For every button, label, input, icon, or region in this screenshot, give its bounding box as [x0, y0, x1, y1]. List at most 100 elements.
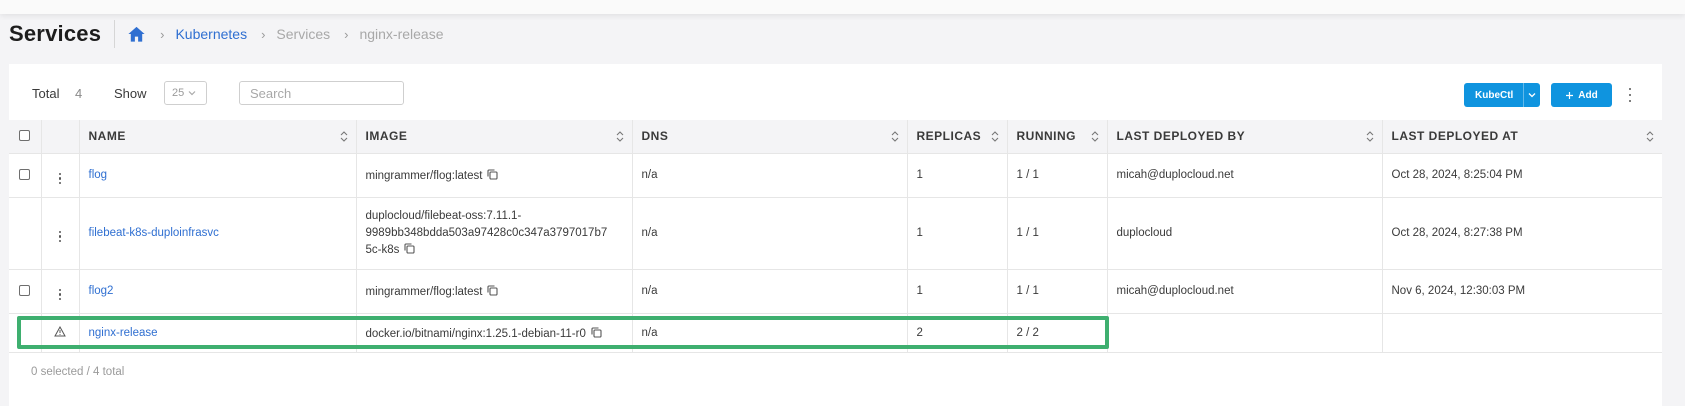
column-header-label: DNS: [641, 129, 669, 144]
deployed-at-cell: Oct 28, 2024, 8:25:04 PM: [1382, 153, 1662, 198]
deployed-by-cell: micah@duplocloud.net: [1107, 153, 1383, 198]
deployed-at-cell: [1382, 313, 1662, 353]
table-toolbar: Total 4 Show 25 KubeCtl Add: [9, 64, 1662, 120]
replicas-cell: 2: [907, 313, 1008, 353]
chevron-right-icon: ›: [344, 26, 349, 42]
table-row[interactable]: flog mingrammer/flog:latest n/a 1 1 / 1 …: [9, 153, 1662, 198]
actions-header: [41, 120, 80, 154]
replicas-cell: 1: [907, 153, 1008, 198]
home-icon[interactable]: [127, 25, 146, 44]
sort-icon[interactable]: [891, 130, 899, 143]
kubectl-button-label: KubeCtl: [1475, 89, 1514, 101]
row-select-cell: [9, 269, 42, 314]
dns-cell: n/a: [632, 197, 908, 270]
kebab-menu-icon[interactable]: [58, 230, 62, 242]
image-text: mingrammer/flog:latest: [365, 286, 483, 298]
row-select-cell: [9, 313, 42, 353]
page-size-select[interactable]: 25: [164, 81, 207, 105]
column-header-name[interactable]: NAME: [79, 120, 357, 154]
add-button-label: Add: [1578, 89, 1598, 101]
sort-icon[interactable]: [991, 130, 999, 143]
select-all-cell: [9, 120, 42, 154]
column-header-last-deployed-at[interactable]: LAST DEPLOYED AT: [1382, 120, 1662, 154]
image-text: mingrammer/flog:latest: [365, 170, 483, 182]
image-text: docker.io/bitnami/nginx:1.25.1-debian-11…: [365, 327, 586, 340]
image-cell: mingrammer/flog:latest: [356, 153, 633, 198]
kebab-menu-icon[interactable]: [1626, 87, 1634, 103]
column-header-image[interactable]: IMAGE: [356, 120, 633, 154]
sort-icon[interactable]: [340, 130, 348, 143]
row-actions-cell: [41, 197, 80, 270]
kebab-menu-icon[interactable]: [58, 288, 62, 300]
table-row[interactable]: flog2 mingrammer/flog:latest n/a 1 1 / 1…: [9, 269, 1662, 314]
dns-cell: n/a: [632, 269, 908, 314]
deployed-at-cell: Oct 28, 2024, 8:27:38 PM: [1382, 197, 1662, 270]
search-input[interactable]: [239, 81, 404, 105]
name-cell: nginx-release: [79, 313, 357, 353]
chevron-right-icon: ›: [160, 26, 165, 42]
service-name-link[interactable]: nginx-release: [89, 327, 158, 339]
warning-icon: [54, 325, 66, 336]
table-header-row: NAME IMAGE DNS REPLICAS RUNNING LAST DEP…: [9, 120, 1662, 154]
replicas-cell: 1: [907, 197, 1008, 270]
running-cell: 1 / 1: [1007, 269, 1108, 314]
kebab-menu-icon[interactable]: [58, 172, 62, 184]
services-card: Total 4 Show 25 KubeCtl Add: [9, 64, 1662, 406]
deployed-by-cell: micah@duplocloud.net: [1107, 269, 1383, 314]
total-count: 4: [75, 86, 83, 101]
column-header-running[interactable]: RUNNING: [1007, 120, 1108, 154]
column-header-label: RUNNING: [1016, 129, 1076, 144]
service-name-link[interactable]: flog: [89, 169, 108, 181]
service-name-link[interactable]: flog2: [89, 285, 114, 297]
breadcrumb-services[interactable]: Services: [276, 26, 330, 42]
column-header-label: REPLICAS: [916, 129, 982, 144]
sort-icon[interactable]: [1091, 130, 1099, 143]
chevron-right-icon: ›: [261, 26, 266, 42]
running-cell: 1 / 1: [1007, 153, 1108, 198]
copy-icon[interactable]: [486, 284, 499, 297]
service-name-link[interactable]: filebeat-k8s-duploinfrasvc: [89, 227, 219, 239]
sort-icon[interactable]: [1366, 130, 1374, 143]
add-button[interactable]: Add: [1551, 83, 1612, 107]
row-actions-cell: [41, 269, 80, 314]
name-cell: flog: [79, 153, 357, 198]
services-table: NAME IMAGE DNS REPLICAS RUNNING LAST DEP…: [9, 120, 1662, 353]
row-checkbox[interactable]: [19, 169, 31, 180]
kubectl-button[interactable]: KubeCtl: [1464, 83, 1540, 107]
column-header-label: LAST DEPLOYED AT: [1391, 129, 1519, 144]
column-header-label: IMAGE: [365, 129, 408, 144]
select-all-checkbox[interactable]: [19, 130, 31, 142]
image-cell: docker.io/bitnami/nginx:1.25.1-debian-11…: [356, 313, 633, 353]
chevron-down-icon[interactable]: [1524, 92, 1540, 98]
selection-summary: 0 selected / 4 total: [31, 366, 125, 378]
row-checkbox[interactable]: [19, 285, 31, 296]
running-cell: 2 / 2: [1007, 313, 1108, 353]
page-title: Services: [9, 21, 102, 46]
sort-icon[interactable]: [1646, 130, 1654, 143]
header-divider: [114, 20, 116, 48]
replicas-cell: 1: [907, 269, 1008, 314]
column-header-replicas[interactable]: REPLICAS: [907, 120, 1008, 154]
column-header-label: NAME: [88, 129, 126, 144]
plus-icon: [1566, 91, 1574, 99]
image-text-line: duplocloud/filebeat-oss:7.11.1-: [365, 210, 522, 222]
copy-icon[interactable]: [590, 326, 603, 339]
breadcrumb-kubernetes[interactable]: Kubernetes: [175, 26, 247, 42]
image-text-line: 5c-k8s: [365, 244, 400, 256]
deployed-by-cell: [1107, 313, 1383, 353]
top-bar: [0, 0, 1685, 14]
chevron-down-icon: [188, 91, 196, 96]
copy-icon[interactable]: [403, 242, 416, 255]
name-cell: filebeat-k8s-duploinfrasvc: [79, 197, 357, 270]
row-status-cell: [41, 313, 80, 353]
column-header-label: LAST DEPLOYED BY: [1116, 129, 1246, 144]
image-cell: mingrammer/flog:latest: [356, 269, 633, 314]
name-cell: flog2: [79, 269, 357, 314]
column-header-last-deployed-by[interactable]: LAST DEPLOYED BY: [1107, 120, 1383, 154]
table-row[interactable]: nginx-release docker.io/bitnami/nginx:1.…: [9, 313, 1662, 353]
column-header-dns[interactable]: DNS: [632, 120, 908, 154]
copy-icon[interactable]: [486, 168, 499, 181]
page-header: Services › Kubernetes › Services › nginx…: [9, 18, 444, 50]
sort-icon[interactable]: [616, 130, 624, 143]
table-row[interactable]: filebeat-k8s-duploinfrasvc duplocloud/fi…: [9, 197, 1662, 270]
